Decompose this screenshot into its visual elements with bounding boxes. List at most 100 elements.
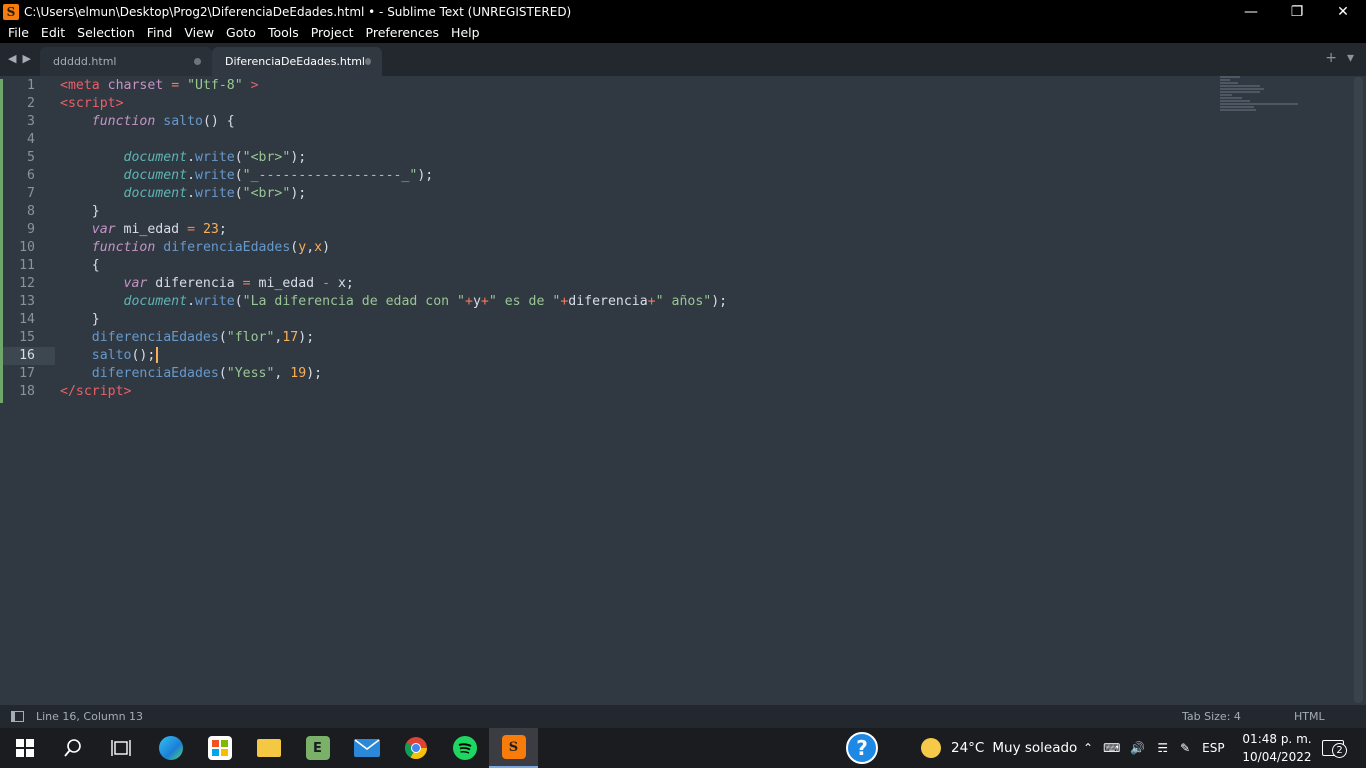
close-button[interactable]: ✕ [1320, 0, 1366, 23]
sublime-text-taskbar-icon[interactable]: S [489, 728, 538, 768]
weather-widget[interactable]: 24°C Muy soleado [921, 728, 1077, 768]
unsaved-dot-icon[interactable] [194, 58, 201, 65]
evernote-icon[interactable]: E [293, 728, 342, 768]
current-line-number: 16 [3, 347, 55, 365]
line-number: 8 [27, 204, 35, 219]
code-line[interactable]: } [60, 311, 1210, 329]
code-line[interactable]: document.write("_------------------_"); [60, 167, 1210, 185]
weather-sun-icon [921, 738, 941, 758]
edge-icon[interactable] [146, 728, 195, 768]
code-line[interactable]: var diferencia = mi_edad - x; [60, 275, 1210, 293]
code-line[interactable]: function diferenciaEdades(y,x) [60, 239, 1210, 257]
clock-time: 01:48 p. m. [1242, 732, 1312, 746]
line-number: 3 [27, 114, 35, 129]
weather-description: Muy soleado [992, 740, 1078, 756]
minimize-button[interactable]: — [1228, 0, 1274, 23]
line-number: 9 [27, 222, 35, 237]
taskbar: E S ? 24°C Muy soleado ⌃ ⌨ 🔊 ☴ ✎ ESP 01:… [0, 728, 1366, 768]
code-content[interactable]: <meta charset = "Utf-8" > <script> funct… [60, 77, 1210, 401]
line-number: 18 [19, 384, 35, 399]
tab-navigation: ◀ ▶ [8, 52, 31, 65]
wifi-icon[interactable]: ☴ [1157, 741, 1168, 755]
language-indicator[interactable]: ESP [1202, 741, 1224, 755]
sublime-text-icon: S [3, 3, 19, 20]
code-line[interactable]: diferenciaEdades("flor",17); [60, 329, 1210, 347]
code-line[interactable]: var mi_edad = 23; [60, 221, 1210, 239]
store-icon[interactable] [195, 728, 244, 768]
pen-icon[interactable]: ✎ [1180, 741, 1190, 755]
spotify-icon[interactable] [440, 728, 489, 768]
line-number: 14 [19, 312, 35, 327]
input-indicator-icon[interactable]: ⌨ [1103, 741, 1120, 755]
notification-center-icon[interactable]: 2 [1322, 728, 1347, 768]
menu-find[interactable]: Find [141, 23, 179, 43]
tab-size-setting[interactable]: Tab Size: 4 [1182, 710, 1241, 723]
title-bar: S C:\Users\elmun\Desktop\Prog2\Diferenci… [0, 0, 1366, 23]
tab-bar: ◀ ▶ ddddd.html DiferenciaDeEdades.html +… [0, 43, 1366, 76]
mail-icon[interactable] [342, 728, 391, 768]
tab-prev-icon[interactable]: ◀ [8, 52, 16, 65]
tab-diferencia-de-edades[interactable]: DiferenciaDeEdades.html [212, 47, 382, 76]
unsaved-dot-icon[interactable] [364, 58, 371, 65]
line-number: 2 [27, 96, 35, 111]
line-number: 10 [19, 240, 35, 255]
syntax-selector[interactable]: HTML [1294, 710, 1325, 723]
code-line-current[interactable]: salto(); [60, 347, 1210, 365]
code-line[interactable] [60, 131, 1210, 149]
clock-date: 10/04/2022 [1242, 750, 1312, 764]
volume-icon[interactable]: 🔊 [1130, 741, 1145, 755]
restore-button[interactable]: ❐ [1274, 0, 1320, 23]
menu-help[interactable]: Help [445, 23, 486, 43]
menu-goto[interactable]: Goto [220, 23, 262, 43]
new-tab-icon[interactable]: + [1325, 50, 1337, 66]
line-number: 1 [27, 78, 35, 93]
tab-next-icon[interactable]: ▶ [22, 52, 30, 65]
menu-file[interactable]: File [2, 23, 35, 43]
line-number: 15 [19, 330, 35, 345]
clock[interactable]: 01:48 p. m. 10/04/2022 [1242, 730, 1312, 766]
chrome-icon[interactable] [391, 728, 440, 768]
minimap[interactable] [1220, 76, 1305, 116]
code-line[interactable]: diferenciaEdades("Yess", 19); [60, 365, 1210, 383]
code-line[interactable]: document.write("<br>"); [60, 185, 1210, 203]
search-icon[interactable] [48, 728, 97, 768]
code-line[interactable]: { [60, 257, 1210, 275]
code-line[interactable]: document.write("<br>"); [60, 149, 1210, 167]
menu-selection[interactable]: Selection [71, 23, 141, 43]
panel-toggle-icon[interactable] [11, 711, 24, 722]
task-view-icon[interactable] [96, 728, 145, 768]
notification-count: 2 [1332, 743, 1347, 758]
tab-label: ddddd.html [53, 55, 117, 68]
cursor-position: Line 16, Column 13 [36, 710, 144, 723]
line-number: 11 [19, 258, 35, 273]
menu-edit[interactable]: Edit [35, 23, 71, 43]
code-line[interactable]: <meta charset = "Utf-8" > [60, 77, 1210, 95]
code-line[interactable]: } [60, 203, 1210, 221]
code-line[interactable]: <script> [60, 95, 1210, 113]
line-number: 13 [19, 294, 35, 309]
menu-tools[interactable]: Tools [262, 23, 305, 43]
windows-start-icon[interactable] [0, 728, 49, 768]
tab-list-icon[interactable]: ▾ [1347, 50, 1354, 66]
editor-area[interactable]: 1 2 3 4 5 6 7 8 9 10 11 12 13 14 15 16 1… [0, 76, 1366, 705]
tab-ddddd[interactable]: ddddd.html [40, 47, 212, 76]
code-line[interactable]: </script> [60, 383, 1210, 401]
code-line[interactable]: document.write("La diferencia de edad co… [60, 293, 1210, 311]
menu-view[interactable]: View [178, 23, 220, 43]
line-number: 5 [27, 150, 35, 165]
menu-project[interactable]: Project [305, 23, 360, 43]
line-number: 17 [19, 366, 35, 381]
show-hidden-icons-chevron-icon[interactable]: ⌃ [1083, 741, 1093, 755]
line-number-gutter: 1 2 3 4 5 6 7 8 9 10 11 12 13 14 15 16 1… [3, 77, 55, 401]
code-line[interactable]: function salto() { [60, 113, 1210, 131]
system-tray-icons: ⌃ ⌨ 🔊 ☴ ✎ ESP [1083, 728, 1225, 768]
file-explorer-icon[interactable] [244, 728, 293, 768]
window-title: C:\Users\elmun\Desktop\Prog2\DiferenciaD… [24, 4, 572, 19]
window-controls: — ❐ ✕ [1228, 0, 1366, 23]
status-bar: Line 16, Column 13 Tab Size: 4 HTML [0, 705, 1366, 728]
weather-temp: 24°C [951, 740, 985, 756]
vertical-scrollbar[interactable] [1354, 77, 1363, 703]
help-icon[interactable]: ? [846, 728, 878, 768]
menu-bar: File Edit Selection Find View Goto Tools… [0, 23, 1366, 43]
menu-preferences[interactable]: Preferences [360, 23, 446, 43]
